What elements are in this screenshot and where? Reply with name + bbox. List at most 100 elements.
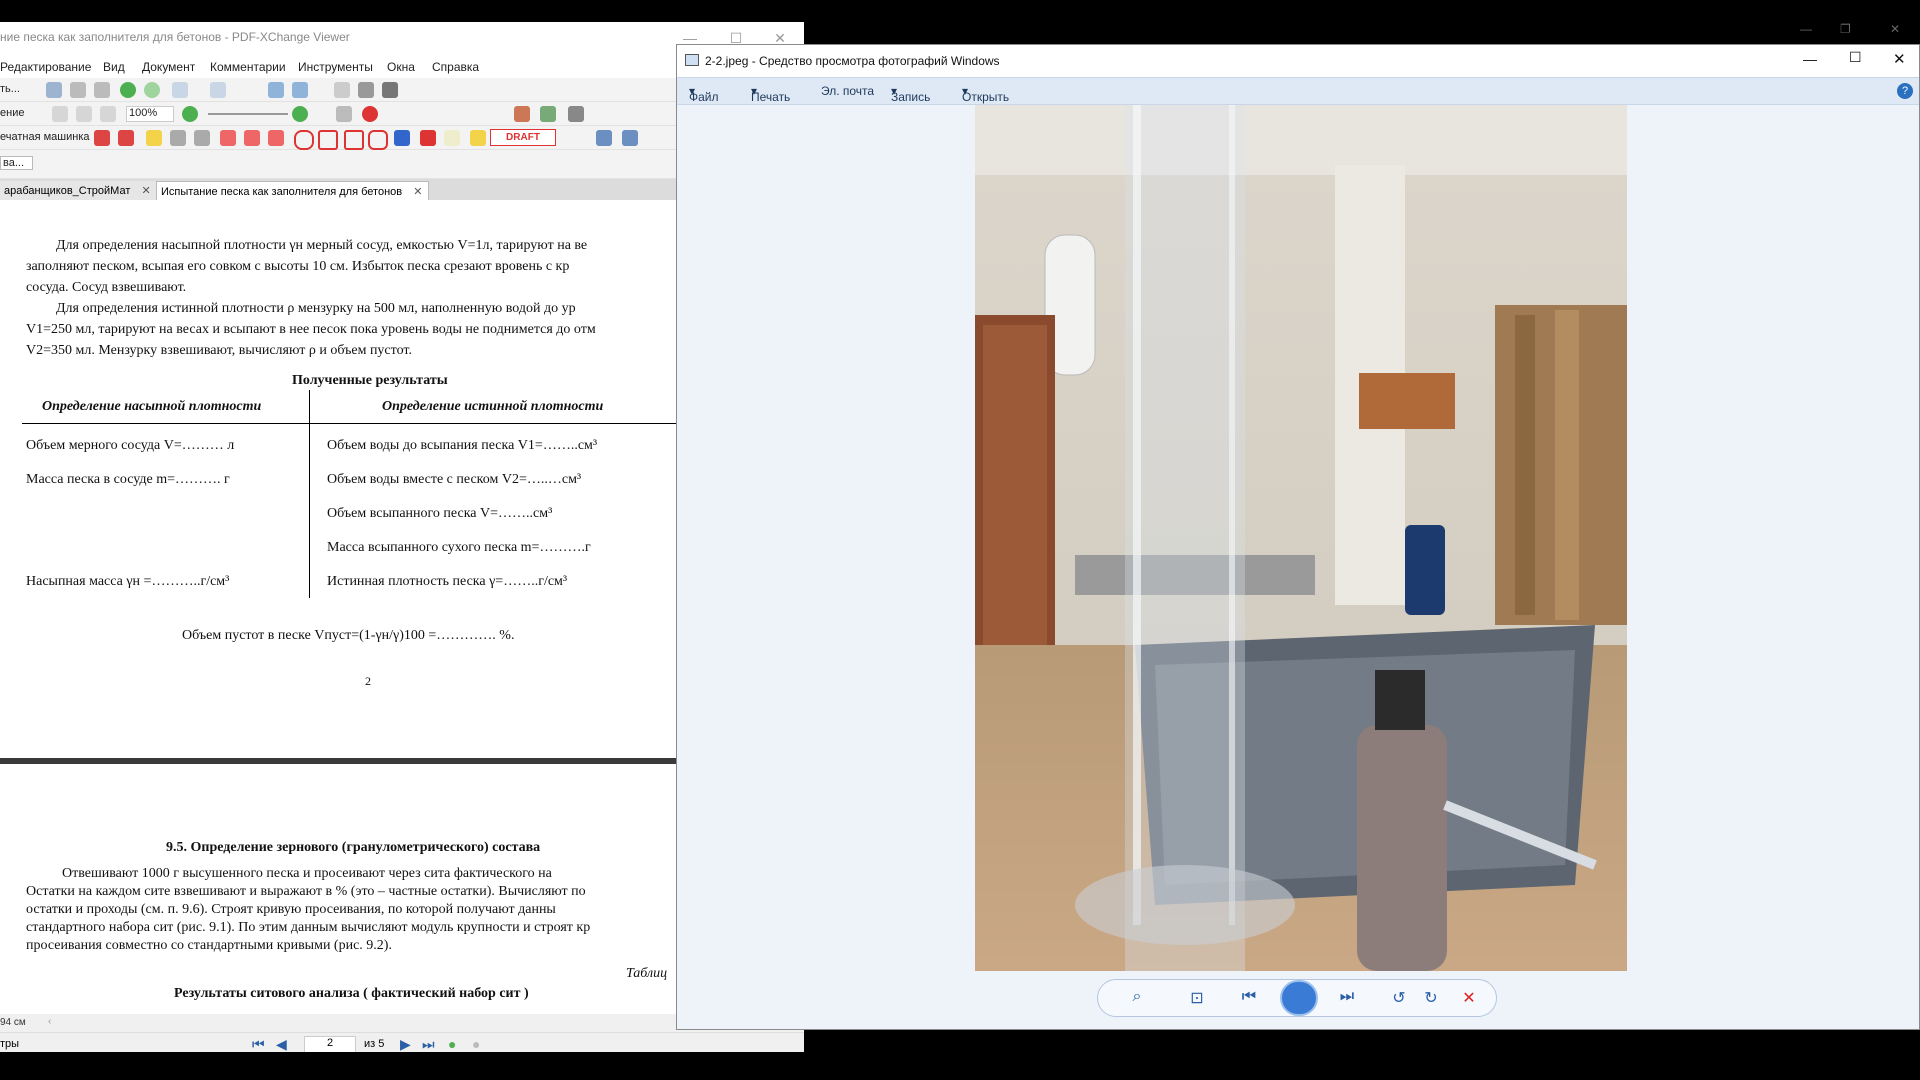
tab-label: Испытание песка как заполнителя для бето…	[161, 186, 403, 198]
restore-icon[interactable]: ❐	[1840, 22, 1851, 36]
text-tool-icon[interactable]	[146, 130, 162, 146]
textbox-icon[interactable]	[118, 130, 134, 146]
paragraph-line: стандартного набора сит (рис. 9.1). По э…	[26, 920, 591, 935]
menu-windows[interactable]: Окна	[387, 60, 415, 74]
menu-burn-label: Запись	[891, 90, 931, 104]
menu-print[interactable]: Печать ▾	[751, 84, 790, 104]
fit-width-icon[interactable]	[100, 106, 116, 122]
background-window-controls: — ❐ ✕	[1790, 22, 1920, 42]
actual-size-icon[interactable]: ⊡	[1186, 988, 1208, 1008]
table-cell: Объем воды до всыпания песка V1=……..см³	[327, 438, 598, 453]
scan-icon[interactable]	[94, 82, 110, 98]
delete-icon[interactable]: ✕	[1458, 988, 1480, 1008]
menu-comments[interactable]: Комментарии	[210, 60, 286, 74]
underline-icon[interactable]	[194, 130, 210, 146]
table-cell: Масса песка в сосуде m=………. г	[26, 472, 230, 487]
paragraph-line: заполняют песком, всыпая его совком с вы…	[26, 259, 570, 274]
close-icon[interactable]: ✕	[1893, 50, 1906, 68]
minimize-icon[interactable]: —	[1803, 51, 1817, 67]
maximize-icon[interactable]: ☐	[1849, 49, 1862, 66]
pin-icon[interactable]	[394, 130, 410, 146]
menu-help[interactable]: Справка	[432, 60, 479, 74]
area-icon[interactable]	[622, 130, 638, 146]
pdf-window-title: ние песка как заполнителя для бетонов - …	[0, 30, 350, 44]
previous-page-icon[interactable]: ◀	[276, 1036, 287, 1052]
go-forward-icon[interactable]: ●	[472, 1036, 480, 1052]
slideshow-button[interactable]	[1280, 980, 1318, 1016]
cloud-icon[interactable]	[368, 130, 388, 150]
draft-stamp-button[interactable]: DRAFT	[490, 129, 556, 146]
line-icon[interactable]	[244, 130, 260, 146]
menu-email[interactable]: Эл. почта	[821, 84, 874, 98]
next-page-icon[interactable]: ▶	[400, 1036, 411, 1052]
zoom-input[interactable]: 100%	[126, 106, 174, 122]
link-icon[interactable]	[336, 106, 352, 122]
options-label[interactable]: тры	[0, 1038, 19, 1050]
photo-viewer-window: 2-2.jpeg - Средство просмотра фотографий…	[676, 44, 1920, 1030]
menu-file[interactable]: Файл ▾	[689, 84, 719, 104]
menu-burn[interactable]: Запись ▾	[891, 84, 930, 104]
snapshot-icon[interactable]	[358, 82, 374, 98]
scroll-left-icon[interactable]: ‹	[48, 1016, 51, 1027]
table-cell: Насыпная масса γн =………..г/см³	[26, 574, 230, 589]
paragraph-line: сосуда. Сосуд взвешивают.	[26, 280, 187, 295]
table-divider	[309, 390, 310, 598]
rotate2-icon[interactable]	[292, 82, 308, 98]
arrow-icon[interactable]	[220, 130, 236, 146]
measure-icon[interactable]	[596, 130, 612, 146]
menu-file-label: Файл	[689, 90, 719, 104]
close-tab-icon[interactable]: ✕	[413, 186, 422, 198]
marker-icon[interactable]	[470, 130, 486, 146]
redo-icon[interactable]	[210, 82, 226, 98]
zoom-icon[interactable]: ⌕	[1126, 988, 1148, 1006]
save-icon[interactable]	[46, 82, 62, 98]
paragraph-line: Отвешивают 1000 г высушенного песка и пр…	[62, 866, 552, 881]
rotate-left-icon[interactable]: ↺	[1388, 988, 1410, 1008]
page-number-input[interactable]: 2	[304, 1036, 356, 1052]
pentagon-icon[interactable]	[344, 130, 364, 150]
toolbar4-field[interactable]: ва...	[0, 156, 34, 170]
pencil-icon[interactable]	[420, 130, 436, 146]
back-icon[interactable]	[120, 82, 136, 98]
last-page-icon[interactable]: ⏭	[422, 1036, 435, 1052]
go-back-icon[interactable]: ●	[448, 1036, 456, 1052]
spellcheck-icon[interactable]	[540, 106, 556, 122]
toolbar-save-label[interactable]: ть...	[0, 83, 20, 95]
oval-icon[interactable]	[294, 130, 314, 150]
undo-icon[interactable]	[172, 82, 188, 98]
zoom-slider[interactable]	[208, 113, 288, 115]
rotate-icon[interactable]	[268, 82, 284, 98]
strikeout-icon[interactable]	[170, 130, 186, 146]
single-page-icon[interactable]	[52, 106, 68, 122]
hand-tool-icon[interactable]	[334, 82, 350, 98]
stamp-icon[interactable]	[362, 106, 378, 122]
rectangle-icon[interactable]	[268, 130, 284, 146]
menu-tools[interactable]: Инструменты	[298, 60, 373, 74]
forward-icon[interactable]	[144, 82, 160, 98]
previous-photo-icon[interactable]: ⏮	[1238, 988, 1260, 1006]
settings-icon[interactable]	[568, 106, 584, 122]
note-icon[interactable]	[94, 130, 110, 146]
minimize-icon[interactable]: —	[1800, 22, 1812, 36]
close-icon[interactable]: ✕	[1890, 22, 1900, 36]
first-page-icon[interactable]: ⏮	[252, 1036, 265, 1052]
zoom-in-icon[interactable]	[292, 106, 308, 122]
menu-view[interactable]: Вид	[103, 60, 125, 74]
next-photo-icon[interactable]: ⏭	[1336, 988, 1358, 1006]
menu-print-label: Печать	[751, 90, 791, 104]
toolbar2-label[interactable]: ение	[0, 107, 24, 119]
rotate-right-icon[interactable]: ↻	[1420, 988, 1442, 1008]
menu-document[interactable]: Документ	[142, 60, 195, 74]
highlight-icon[interactable]	[514, 106, 530, 122]
typewriter-label[interactable]: ечатная машинка	[0, 131, 90, 143]
menu-edit[interactable]: Редактирование	[0, 60, 91, 74]
menu-open[interactable]: Открыть ▾	[962, 84, 1009, 104]
select-tool-icon[interactable]	[382, 82, 398, 98]
print-icon[interactable]	[70, 82, 86, 98]
fit-page-icon[interactable]	[76, 106, 92, 122]
polygon-icon[interactable]	[318, 130, 338, 150]
close-tab-icon[interactable]: ✕	[141, 185, 150, 197]
zoom-out-icon[interactable]	[182, 106, 198, 122]
eraser-icon[interactable]	[444, 130, 460, 146]
help-icon[interactable]: ?	[1897, 83, 1913, 99]
